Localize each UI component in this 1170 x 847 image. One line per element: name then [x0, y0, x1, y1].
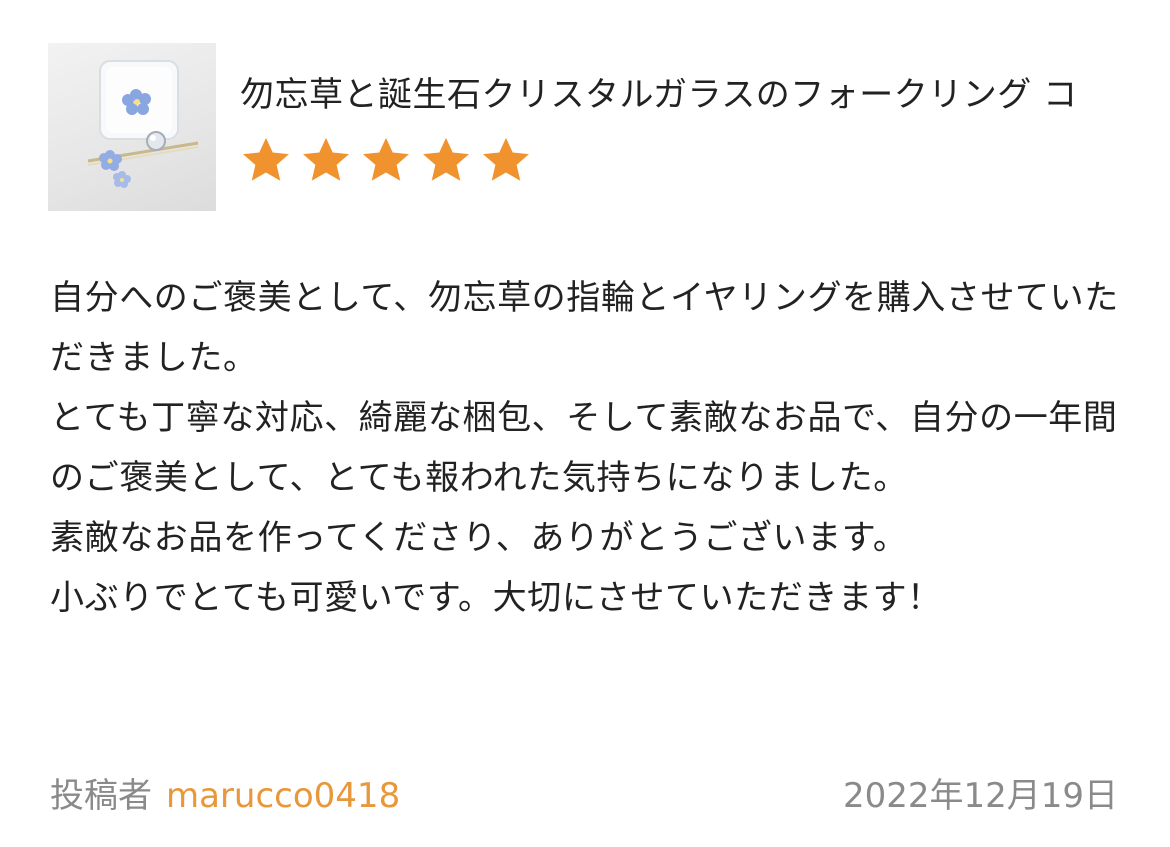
review-paragraph: とても丁寧な対応、綺麗な梱包、そして素敵なお品で、自分の一年間のご褒美として、と…: [50, 398, 1118, 498]
star-icon: [360, 136, 412, 186]
post-date: 2022年12月19日: [842, 776, 1118, 816]
product-photo-icon: [87, 60, 199, 188]
star-icon: [480, 136, 532, 186]
poster-name-link[interactable]: marucco0418: [166, 776, 400, 816]
review-paragraph: 自分へのご褒美として、勿忘草の指輪とイヤリングを購入させていただきました。: [50, 278, 1119, 378]
star-rating: [240, 136, 532, 186]
star-icon: [420, 136, 472, 186]
review-paragraph: 素敵なお品を作ってくださり、ありがとうございます。: [50, 518, 908, 558]
review-text: 自分へのご褒美として、勿忘草の指輪とイヤリングを購入させていただきました。 とて…: [50, 268, 1130, 628]
poster-label: 投稿者: [50, 776, 152, 816]
review-paragraph: 小ぶりでとても可愛いです。大切にさせていただきます！: [50, 578, 942, 618]
product-title[interactable]: 勿忘草と誕生石クリスタルガラスのフォークリング コ: [240, 70, 1170, 120]
star-icon: [300, 136, 352, 186]
review-footer: 投稿者 marucco0418 2022年12月19日: [50, 770, 1120, 822]
star-icon: [240, 136, 292, 186]
product-thumbnail[interactable]: [48, 43, 216, 211]
